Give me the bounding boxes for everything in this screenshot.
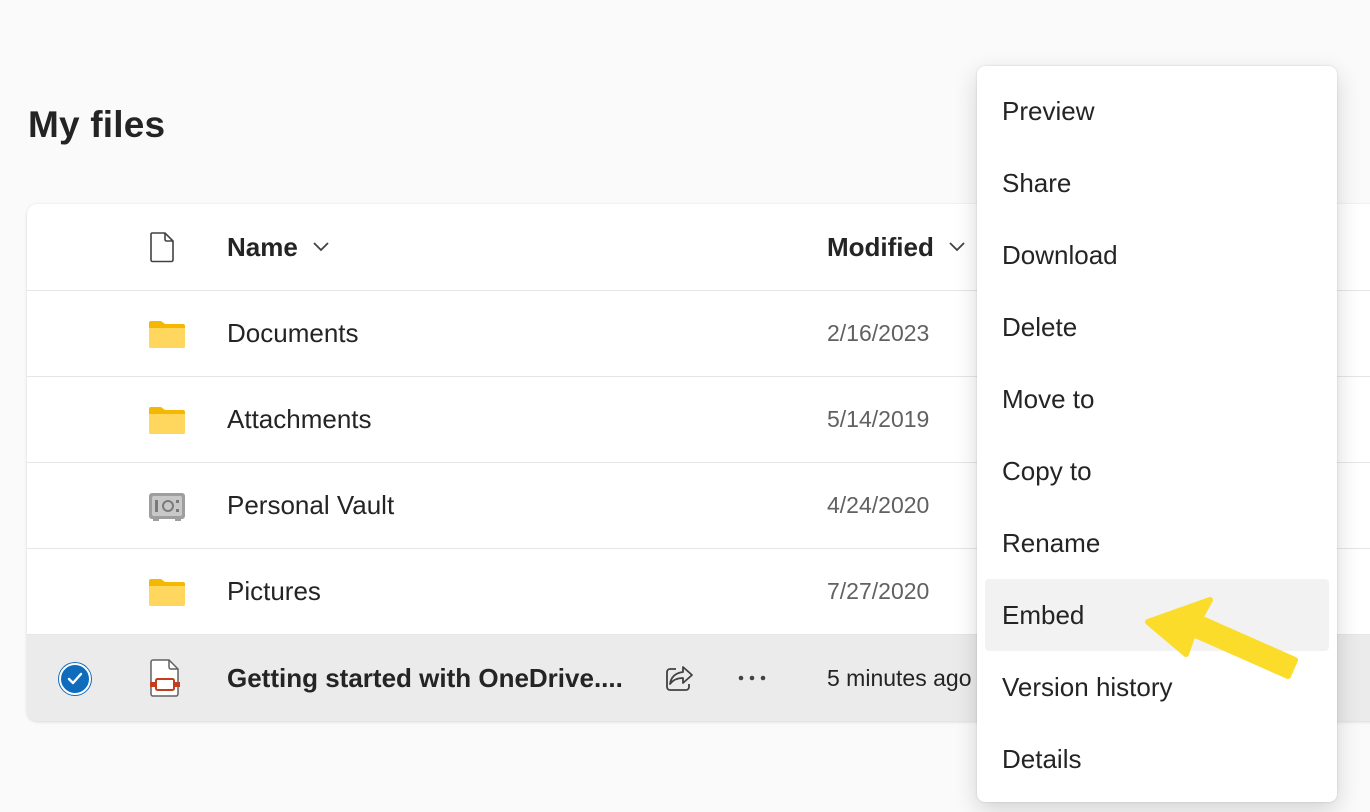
file-name[interactable]: Documents <box>227 291 359 376</box>
menu-item-details[interactable]: Details <box>985 723 1329 795</box>
modified-column-header[interactable]: Modified <box>827 204 966 290</box>
chevron-down-icon <box>948 241 966 253</box>
page-title: My files <box>28 104 166 145</box>
checkmark-icon <box>67 672 83 685</box>
folder-icon <box>148 377 188 462</box>
modified-header-label: Modified <box>827 231 934 262</box>
file-type-header-icon[interactable] <box>148 204 188 290</box>
modified-date: 5 minutes ago <box>827 664 972 691</box>
share-icon[interactable] <box>663 661 697 695</box>
menu-item-preview[interactable]: Preview <box>985 75 1329 147</box>
menu-item-rename[interactable]: Rename <box>985 507 1329 579</box>
powerpoint-file-icon <box>148 635 188 721</box>
row-checkbox[interactable] <box>59 663 91 695</box>
modified-date: 2/16/2023 <box>827 320 930 346</box>
folder-icon <box>148 291 188 376</box>
modified-date: 5/14/2019 <box>827 406 930 432</box>
menu-item-copy-to[interactable]: Copy to <box>985 435 1329 507</box>
file-name[interactable]: Personal Vault <box>227 463 394 548</box>
vault-icon <box>148 463 188 548</box>
menu-item-delete[interactable]: Delete <box>985 291 1329 363</box>
menu-item-share[interactable]: Share <box>985 147 1329 219</box>
file-name[interactable]: Attachments <box>227 377 372 462</box>
folder-icon <box>148 549 188 634</box>
more-options-icon[interactable] <box>735 661 769 695</box>
menu-item-download[interactable]: Download <box>985 219 1329 291</box>
modified-date: 4/24/2020 <box>827 492 930 518</box>
name-column-header[interactable]: Name <box>227 204 330 290</box>
chevron-down-icon <box>312 241 330 253</box>
name-header-label: Name <box>227 231 298 262</box>
modified-date: 7/27/2020 <box>827 578 930 604</box>
menu-item-move-to[interactable]: Move to <box>985 363 1329 435</box>
annotation-arrow-icon <box>1130 592 1310 693</box>
file-name[interactable]: Pictures <box>227 549 321 634</box>
file-name[interactable]: Getting started with OneDrive.... <box>227 635 623 721</box>
